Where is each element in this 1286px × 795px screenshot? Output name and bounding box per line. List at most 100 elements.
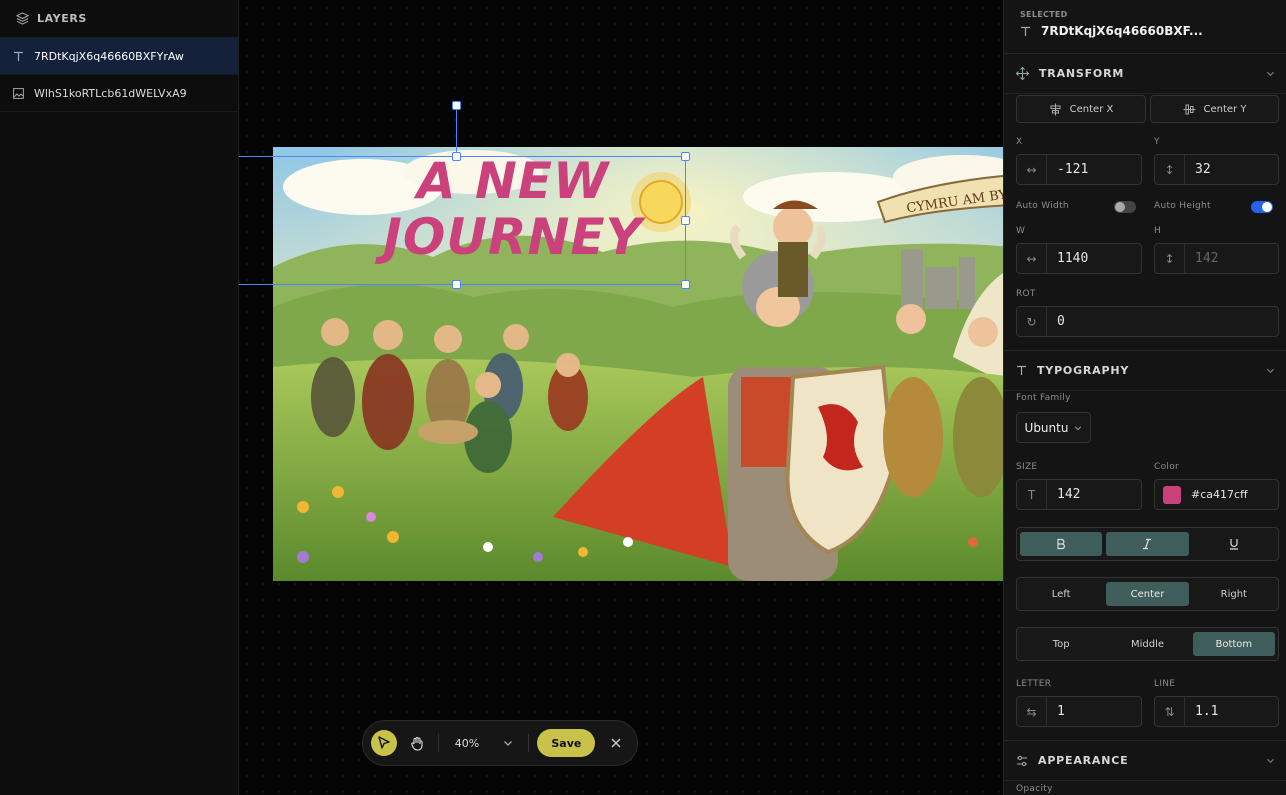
resize-handle-bottom-right[interactable] xyxy=(681,280,690,289)
font-family-label: Font Family xyxy=(1016,393,1071,403)
line-label: LINE xyxy=(1154,679,1176,689)
color-value: #ca417cff xyxy=(1191,488,1248,501)
select-tool-button[interactable] xyxy=(371,730,397,756)
rotation-input[interactable]: ↻ 0 xyxy=(1016,306,1279,337)
h-value: 142 xyxy=(1195,251,1219,266)
text-icon xyxy=(1017,365,1026,375)
typography-section-header[interactable]: TYPOGRAPHY xyxy=(1004,351,1286,391)
bottom-toolbar: 40% Save xyxy=(362,720,638,766)
rotation-stem xyxy=(456,110,457,156)
zoom-level[interactable]: 40% xyxy=(447,737,486,750)
size-label: SIZE xyxy=(1016,462,1038,472)
toolbar-divider xyxy=(528,734,530,752)
line-value: 1.1 xyxy=(1195,704,1219,719)
sliders-icon xyxy=(1017,755,1027,766)
image-icon xyxy=(12,87,24,99)
underline-button[interactable] xyxy=(1193,532,1275,556)
chevron-down-icon xyxy=(1266,368,1275,374)
selected-label: SELECTED xyxy=(1020,10,1068,19)
font-family-value: Ubuntu xyxy=(1024,420,1069,435)
letter-spacing-icon: ⇆ xyxy=(1017,697,1047,726)
layer-item-label: WlhS1koRTLcb61dWELVxA9 xyxy=(34,86,187,100)
appearance-section-header[interactable]: APPEARANCE xyxy=(1004,741,1286,781)
resize-handle-top[interactable] xyxy=(452,152,461,161)
text-icon xyxy=(1021,26,1030,36)
center-y-button[interactable]: Center Y xyxy=(1150,95,1279,123)
letter-label: LETTER xyxy=(1016,679,1052,689)
resize-handle-bottom[interactable] xyxy=(452,280,461,289)
layer-item-text[interactable]: 7RDtKqjX6q46660BXFYrAw xyxy=(0,38,238,75)
canvas-area[interactable]: A NEW JOURNEY CYMRU AM BYTH xyxy=(239,0,1003,795)
italic-button[interactable] xyxy=(1106,532,1189,556)
align-left-button[interactable]: Left xyxy=(1020,582,1102,606)
y-value: 32 xyxy=(1195,162,1211,177)
italic-icon xyxy=(1143,538,1152,550)
toolbar-divider xyxy=(438,734,440,752)
resize-handle-top-right[interactable] xyxy=(681,152,690,161)
rotate-icon: ↻ xyxy=(1017,307,1047,336)
height-input[interactable]: ↕ 142 xyxy=(1154,243,1279,274)
auto-height-toggle[interactable] xyxy=(1251,201,1273,213)
center-x-button[interactable]: Center X xyxy=(1016,95,1146,123)
letter-value: 1 xyxy=(1057,704,1065,719)
x-label: X xyxy=(1016,137,1023,147)
headline-text[interactable]: A NEW JOURNEY xyxy=(323,153,703,265)
layer-item-label: 7RDtKqjX6q46660BXFYrAw xyxy=(34,49,184,63)
chevron-down-icon xyxy=(1266,758,1275,764)
layer-item-image[interactable]: WlhS1koRTLcb61dWELVxA9 xyxy=(0,75,238,112)
horizontal-arrows-icon: ↔ xyxy=(1017,155,1047,184)
layers-header: LAYERS xyxy=(0,0,238,38)
line-height-icon: ⇅ xyxy=(1155,697,1185,726)
resize-handle-right[interactable] xyxy=(681,216,690,225)
valign-top-button[interactable]: Top xyxy=(1020,632,1102,656)
bold-button[interactable] xyxy=(1020,532,1103,556)
layers-title: LAYERS xyxy=(37,12,87,25)
align-center-horizontal-icon xyxy=(1050,103,1061,115)
line-height-input[interactable]: ⇅ 1.1 xyxy=(1154,696,1279,727)
save-button[interactable]: Save xyxy=(537,729,596,757)
rot-value: 0 xyxy=(1057,314,1065,329)
w-label: W xyxy=(1016,226,1026,236)
w-value: 1140 xyxy=(1057,251,1089,266)
layers-icon xyxy=(16,12,29,25)
valign-bottom-button[interactable]: Bottom xyxy=(1192,632,1275,656)
bold-icon xyxy=(1057,538,1065,550)
text-icon xyxy=(12,50,24,62)
color-swatch[interactable] xyxy=(1163,485,1181,504)
auto-width-toggle[interactable] xyxy=(1114,201,1136,213)
vertical-arrows-icon: ↕ xyxy=(1155,244,1185,273)
letter-spacing-input[interactable]: ⇆ 1 xyxy=(1016,696,1142,727)
layers-panel: LAYERS 7RDtKqjX6q46660BXFYrAw WlhS1koRTL… xyxy=(0,0,239,795)
transform-section-header[interactable]: TRANSFORM xyxy=(1004,54,1286,94)
x-input[interactable]: ↔ -121 xyxy=(1016,154,1142,185)
zoom-dropdown-button[interactable] xyxy=(495,730,521,756)
color-input[interactable]: #ca417cff xyxy=(1154,479,1279,510)
x-value: -121 xyxy=(1057,162,1089,177)
chevron-down-icon xyxy=(1266,71,1275,77)
rot-label: ROT xyxy=(1016,289,1036,299)
vertical-arrows-icon: ↕ xyxy=(1155,155,1185,184)
hand-tool-button[interactable] xyxy=(405,730,431,756)
auto-height-label: Auto Height xyxy=(1154,201,1211,211)
chevron-down-icon xyxy=(1075,425,1082,430)
artwork-image[interactable]: A NEW JOURNEY CYMRU AM BYTH xyxy=(273,147,1003,581)
font-family-select[interactable]: Ubuntu xyxy=(1016,412,1091,443)
size-value: 142 xyxy=(1057,487,1081,502)
horizontal-arrows-icon: ↔ xyxy=(1017,244,1047,273)
move-icon xyxy=(1016,67,1029,80)
headline-line-1: A NEW xyxy=(416,152,610,210)
align-right-button[interactable]: Right xyxy=(1193,582,1275,606)
chevron-down-icon xyxy=(503,741,512,746)
valign-middle-button[interactable]: Middle xyxy=(1106,632,1188,656)
properties-panel: SELECTED 7RDtKqjX6q46660BXF... TRANSFORM… xyxy=(1003,0,1286,795)
close-button[interactable] xyxy=(603,730,629,756)
hand-icon xyxy=(411,736,423,751)
rotate-handle[interactable] xyxy=(452,101,461,110)
align-center-button[interactable]: Center xyxy=(1106,582,1189,606)
auto-width-label: Auto Width xyxy=(1016,201,1069,211)
align-center-vertical-icon xyxy=(1183,104,1196,114)
transform-title: TRANSFORM xyxy=(1039,67,1125,80)
width-input[interactable]: ↔ 1140 xyxy=(1016,243,1142,274)
font-size-input[interactable]: T 142 xyxy=(1016,479,1142,510)
y-input[interactable]: ↕ 32 xyxy=(1154,154,1279,185)
